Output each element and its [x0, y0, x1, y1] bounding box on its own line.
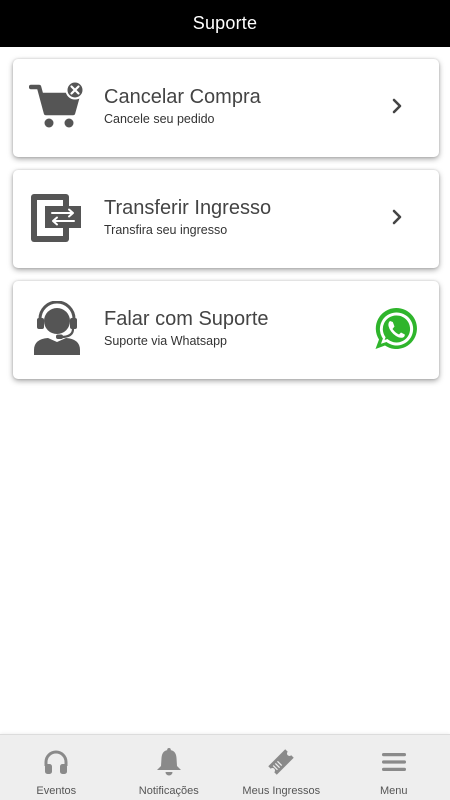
contact-support-card[interactable]: Falar com Suporte Suporte via Whatsapp — [13, 281, 439, 379]
transfer-icon — [29, 190, 85, 246]
card-title: Transferir Ingresso — [104, 197, 272, 219]
card-title: Cancelar Compra — [104, 86, 261, 108]
nav-item-eventos[interactable]: Eventos — [0, 735, 113, 800]
chevron-right-icon — [391, 208, 403, 226]
nav-label: Eventos — [36, 785, 77, 797]
menu-icon — [379, 747, 409, 777]
chevron-right-icon — [391, 97, 403, 115]
nav-label: Notificações — [138, 785, 199, 797]
whatsapp-icon[interactable] — [372, 305, 420, 353]
card-subtitle: Cancele seu pedido — [104, 112, 215, 126]
transfer-ticket-card[interactable]: Transferir Ingresso Transfira seu ingres… — [13, 170, 439, 268]
ticket-icon — [266, 747, 296, 777]
support-agent-icon — [29, 301, 85, 357]
bell-icon — [154, 747, 184, 777]
card-title: Falar com Suporte — [104, 308, 269, 330]
page-title: Suporte — [192, 13, 258, 33]
headphones-icon — [41, 747, 71, 777]
nav-item-meus-ingressos[interactable]: Meus Ingressos — [225, 735, 338, 800]
card-subtitle: Suporte via Whatsapp — [104, 334, 227, 348]
cart-cancel-icon — [29, 79, 85, 135]
nav-label: Menu — [379, 785, 408, 797]
nav-item-notificacoes[interactable]: Notificações — [113, 735, 226, 800]
cancel-purchase-card[interactable]: Cancelar Compra Cancele seu pedido — [13, 59, 439, 157]
card-subtitle: Transfira seu ingresso — [104, 223, 228, 237]
bottom-navigation: Eventos Notificações Meus Ingressos Menu — [0, 734, 450, 800]
header-bar: Suporte — [0, 0, 450, 47]
nav-label: Meus Ingressos — [242, 785, 321, 797]
nav-item-menu[interactable]: Menu — [338, 735, 450, 800]
